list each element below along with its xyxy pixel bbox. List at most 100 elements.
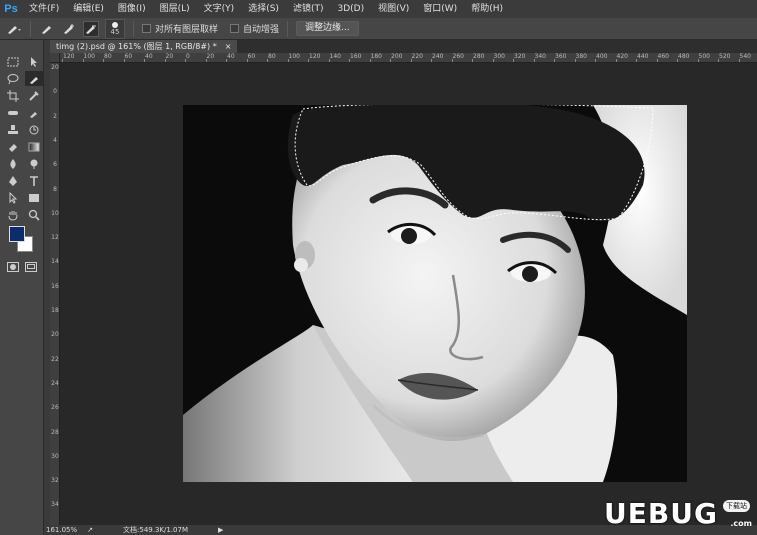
tool-preset-picker-icon[interactable] [6,21,22,37]
menu-select[interactable]: 选择(S) [241,0,286,18]
quick-selection-tool-icon[interactable] [25,71,43,86]
add-to-selection-brush-icon[interactable] [61,21,77,37]
menu-3d[interactable]: 3D(D) [330,0,371,18]
blur-tool-icon[interactable] [4,156,22,171]
ruler-tick-label: 6 [53,161,57,169]
ruler-tick-label: 18 [51,307,59,314]
ruler-tick-label: 80 [104,53,112,60]
clone-stamp-tool-icon[interactable] [4,122,22,137]
ruler-corner [50,53,60,63]
zoom-tool-icon[interactable] [25,207,43,222]
marquee-tool-icon[interactable] [4,54,22,69]
ruler-tick-label: 60 [124,53,133,60]
ruler-tick-label: 60 [247,53,256,60]
menu-edit[interactable]: 编辑(E) [66,0,111,18]
ruler-tick-label: 360 [555,53,567,60]
sample-all-layers-checkbox[interactable]: 对所有图层取样 [142,22,218,35]
document-size: 文档:549.3K/1.07M [123,526,189,534]
auto-enhance-label: 自动增强 [243,25,280,35]
ruler-tick-label: 420 [616,53,628,60]
quick-mask-icon[interactable] [7,262,19,272]
document-tab-bar: timg (2).psd @ 161% (图层 1, RGB/8#) * × [50,40,757,53]
document-tab[interactable]: timg (2).psd @ 161% (图层 1, RGB/8#) * × [50,40,238,53]
type-tool-icon[interactable] [25,173,43,188]
canvas-area[interactable] [60,63,757,525]
ruler-tick-label: 32 [51,477,59,485]
path-selection-tool-icon[interactable] [4,190,22,205]
ruler-tick-label: 0 [186,53,190,60]
ruler-tick-label: 12 [51,234,59,242]
refine-edge-button[interactable]: 调整边缘... [296,21,359,36]
ruler-tick-label: 120 [63,53,75,60]
brush-tool-icon[interactable] [25,105,43,120]
horizontal-ruler: 120 100 80 60 40 20 0 20 40 60 80 100 120 140 160 180 20… [60,53,757,63]
foreground-color-swatch[interactable] [9,226,25,242]
ruler-tick-label: 300 [493,53,505,60]
eyedropper-tool-icon[interactable] [25,88,43,103]
brush-size-value: 45 [110,27,120,36]
menu-layer[interactable]: 图层(L) [153,0,197,18]
ruler-tick-label: 4 [53,136,57,144]
ruler-tick-label: 280 [473,53,485,60]
ruler-tick-label: 200 [391,53,403,60]
menu-image[interactable]: 图像(I) [111,0,153,18]
lasso-tool-icon[interactable] [4,71,22,86]
ruler-tick-label: 24 [51,379,59,387]
crop-tool-icon[interactable] [4,88,22,103]
ruler-tick-label: 8 [53,185,57,193]
watermark-badge: 下载站 [723,500,750,512]
ruler-tick-label: 540 [739,53,751,60]
color-swatches [7,226,37,256]
history-brush-tool-icon[interactable] [25,122,43,137]
spot-healing-tool-icon[interactable] [4,105,22,120]
menu-file[interactable]: 文件(F) [22,0,66,18]
subtract-from-selection-brush-icon[interactable] [83,20,99,37]
menu-window[interactable]: 窗口(W) [416,0,464,18]
ruler-tick-label: 520 [719,53,731,60]
ruler-tick-label: 380 [575,53,587,60]
new-selection-brush-icon[interactable] [39,21,55,37]
ruler-tick-label: 340 [534,53,546,60]
ruler-tick-label: 28 [51,428,59,436]
ruler-tick-label: 220 [411,53,423,60]
eraser-tool-icon[interactable] [4,139,22,154]
menu-type[interactable]: 文字(Y) [197,0,242,18]
move-tool-icon[interactable] [25,54,43,69]
menu-help[interactable]: 帮助(H) [464,0,510,18]
auto-enhance-checkbox[interactable]: 自动增强 [230,22,279,35]
close-tab-icon[interactable]: × [225,40,232,53]
dodge-tool-icon[interactable] [25,156,43,171]
menu-bar: Ps 文件(F) 编辑(E) 图像(I) 图层(L) 文字(Y) 选择(S) 滤… [0,0,757,18]
separator [30,20,31,37]
checkbox-box[interactable] [142,24,151,33]
hand-tool-icon[interactable] [4,207,22,222]
watermark-domain: .com [730,519,752,528]
ruler-tick-label: 30 [51,452,59,460]
export-icon[interactable]: ↗ [87,526,93,534]
menu-view[interactable]: 视图(V) [371,0,416,18]
ruler-tick-label: 0 [53,88,57,96]
brush-size-picker[interactable]: 45 [105,18,125,39]
ruler-tick-label: 320 [514,53,526,60]
sample-all-layers-label: 对所有图层取样 [155,25,219,35]
checkbox-box[interactable] [230,24,240,33]
menu-filter[interactable]: 滤镜(T) [286,0,331,18]
ruler-tick-label: 160 [350,53,362,60]
ruler-tick-label: 22 [51,355,59,363]
watermark-logo: UEBUG 下载站 .com [604,496,754,530]
document-title: timg (2).psd @ 161% (图层 1, RGB/8#) * [56,42,217,51]
zoom-level[interactable]: 161.05% [46,526,77,534]
gradient-tool-icon[interactable] [25,139,43,154]
screen-mode-icon[interactable] [25,262,37,272]
status-menu-arrow-icon[interactable]: ▶ [218,526,223,534]
photoshop-logo: Ps [4,3,18,15]
ruler-tick-label: 440 [637,53,649,60]
ruler-tick-label: 140 [329,53,341,60]
document-image[interactable] [183,105,687,482]
ruler-tick-label: 20 [206,53,215,60]
rectangle-tool-icon[interactable] [25,190,43,205]
watermark-brand: UEBUG [604,496,718,530]
pen-tool-icon[interactable] [4,173,22,188]
tools-panel [0,40,44,535]
ruler-tick-label: 120 [309,53,321,60]
